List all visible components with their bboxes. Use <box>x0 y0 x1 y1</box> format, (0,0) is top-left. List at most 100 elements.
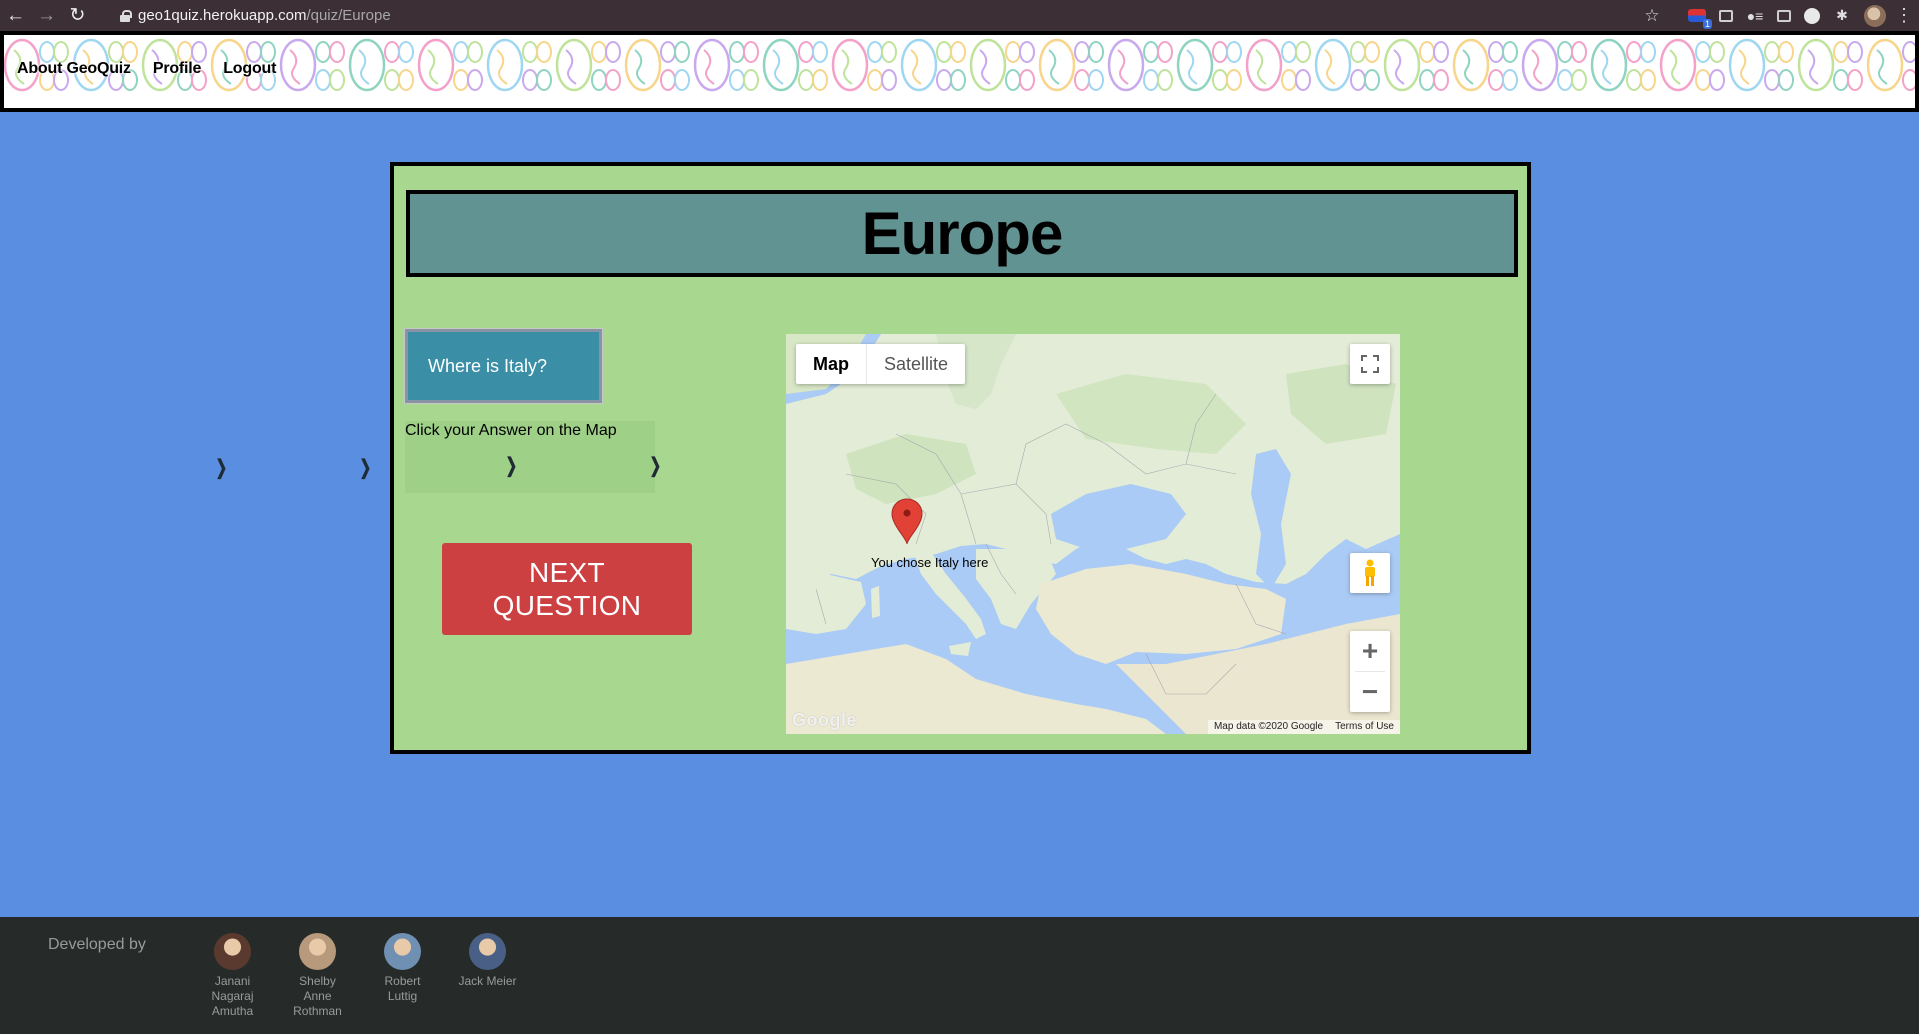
nav-profile-link[interactable]: Profile <box>153 60 202 78</box>
nav-logout-link[interactable]: Logout <box>223 60 276 78</box>
globe-motif <box>1833 41 1849 63</box>
chevron-right-icon[interactable]: ❯ <box>506 453 518 478</box>
globe-motif <box>467 41 483 63</box>
back-arrow-icon[interactable]: ← <box>0 0 31 31</box>
globe-motif <box>1088 69 1104 91</box>
globe-motif <box>812 69 828 91</box>
extension-copy-icon[interactable] <box>1719 9 1733 22</box>
globe-motif <box>660 69 676 91</box>
fullscreen-button[interactable] <box>1350 344 1390 384</box>
globe-motif <box>1433 69 1449 91</box>
globe-motif <box>979 49 991 85</box>
globe-motif <box>1571 69 1587 91</box>
globe-motif <box>1695 69 1711 91</box>
europe-map[interactable]: Map Satellite + − You chose Italy here G… <box>786 334 1400 734</box>
developer-card: Jack Meier <box>445 933 530 1019</box>
globe-motif <box>1088 41 1104 63</box>
puzzle-icon[interactable]: ✱ <box>1833 7 1851 25</box>
google-logo: Google <box>792 710 857 730</box>
forward-arrow-icon[interactable]: → <box>31 0 62 31</box>
globe-motif <box>1462 49 1474 85</box>
reload-icon[interactable]: ↻ <box>62 0 93 31</box>
globe-motif <box>1833 69 1849 91</box>
globe-motif <box>743 41 759 63</box>
chevron-right-icon[interactable]: ❯ <box>360 455 372 480</box>
developer-name: Shelby Anne Rothman <box>293 974 342 1018</box>
map-type-map-button[interactable]: Map <box>796 344 867 384</box>
chevron-right-icon[interactable]: ❯ <box>650 453 662 478</box>
globe-motif <box>867 41 883 63</box>
browser-toolbar: ← → ↻ geo1quiz.herokuapp.com/quiz/Europe… <box>0 0 1919 31</box>
url-host: geo1quiz.herokuapp.com <box>138 7 307 24</box>
zoom-out-button[interactable]: − <box>1350 672 1390 712</box>
globe-motif <box>591 69 607 91</box>
globe-motif <box>1074 69 1090 91</box>
globe-motif <box>1186 49 1198 85</box>
globe-motif <box>1902 41 1915 63</box>
globe-motif <box>1502 69 1518 91</box>
globe-motif <box>1600 49 1612 85</box>
globe-motif <box>1074 41 1090 63</box>
globe-motif <box>798 41 814 63</box>
extension-toggle-icon[interactable]: ●≡ <box>1746 7 1764 25</box>
map-type-control: Map Satellite <box>796 344 966 384</box>
globe-motif <box>798 69 814 91</box>
globe-motif <box>1640 41 1656 63</box>
globe-motif <box>1212 41 1228 63</box>
extension-globe-icon[interactable] <box>1804 7 1820 24</box>
instruction-panel: Click your Answer on the Map ❯ ❯ <box>405 421 661 493</box>
bookmark-star-icon[interactable]: ☆ <box>1643 6 1661 25</box>
globe-motif <box>108 41 124 63</box>
extension-window-icon[interactable] <box>1777 9 1791 22</box>
globe-motif <box>191 41 207 63</box>
globe-motif <box>453 41 469 63</box>
globe-motif <box>384 69 400 91</box>
terms-of-use-link[interactable]: Terms of Use <box>1329 720 1400 734</box>
globe-motif <box>1226 69 1242 91</box>
globe-motif <box>1626 41 1642 63</box>
zoom-in-button[interactable]: + <box>1350 631 1390 671</box>
question-button[interactable]: Where is Italy? <box>404 328 603 404</box>
nav-about-link[interactable]: About GeoQuiz <box>17 60 131 78</box>
globe-motif <box>1433 41 1449 63</box>
globe-motif <box>660 41 676 63</box>
globe-motif <box>1738 49 1750 85</box>
globe-motif <box>358 49 370 85</box>
developer-card: Robert Luttig <box>360 933 445 1019</box>
globe-motif <box>605 69 621 91</box>
globe-motif <box>729 41 745 63</box>
globe-motif <box>1709 41 1725 63</box>
profile-avatar-icon[interactable] <box>1864 4 1886 27</box>
globe-motif <box>1281 69 1297 91</box>
globe-motif <box>1005 41 1021 63</box>
globe-motif <box>881 69 897 91</box>
site-nav: About GeoQuiz Profile Logout <box>17 60 276 78</box>
globe-motif <box>536 69 552 91</box>
globe-motif <box>1778 41 1794 63</box>
globe-motif <box>1640 69 1656 91</box>
globe-motif <box>1669 49 1681 85</box>
globe-motif <box>743 69 759 91</box>
globe-motif <box>1226 41 1242 63</box>
map-type-satellite-button[interactable]: Satellite <box>867 344 965 384</box>
globe-motif <box>1419 41 1435 63</box>
globe-motif <box>1143 41 1159 63</box>
globe-motif <box>1488 41 1504 63</box>
menu-dots-icon[interactable]: ⋮ <box>1895 5 1913 25</box>
globe-motif <box>841 49 853 85</box>
chevron-right-icon[interactable]: ❯ <box>216 455 228 480</box>
globe-motif <box>1488 69 1504 91</box>
developer-card: Janani Nagaraj Amutha <box>190 933 275 1019</box>
quiz-card: Europe Where is Italy? Click your Answer… <box>390 162 1531 754</box>
globe-motif <box>1350 69 1366 91</box>
globe-motif <box>1393 49 1405 85</box>
globe-motif <box>1295 41 1311 63</box>
globe-motif <box>1847 69 1863 91</box>
extension-flag-icon[interactable] <box>1688 9 1713 29</box>
address-bar[interactable]: geo1quiz.herokuapp.com/quiz/Europe <box>120 5 391 26</box>
street-view-pegman-button[interactable] <box>1350 553 1390 593</box>
globe-motif <box>1048 49 1060 85</box>
developer-avatar <box>384 933 421 970</box>
globe-motif <box>1764 69 1780 91</box>
next-question-button[interactable]: NEXT QUESTION <box>442 543 692 635</box>
